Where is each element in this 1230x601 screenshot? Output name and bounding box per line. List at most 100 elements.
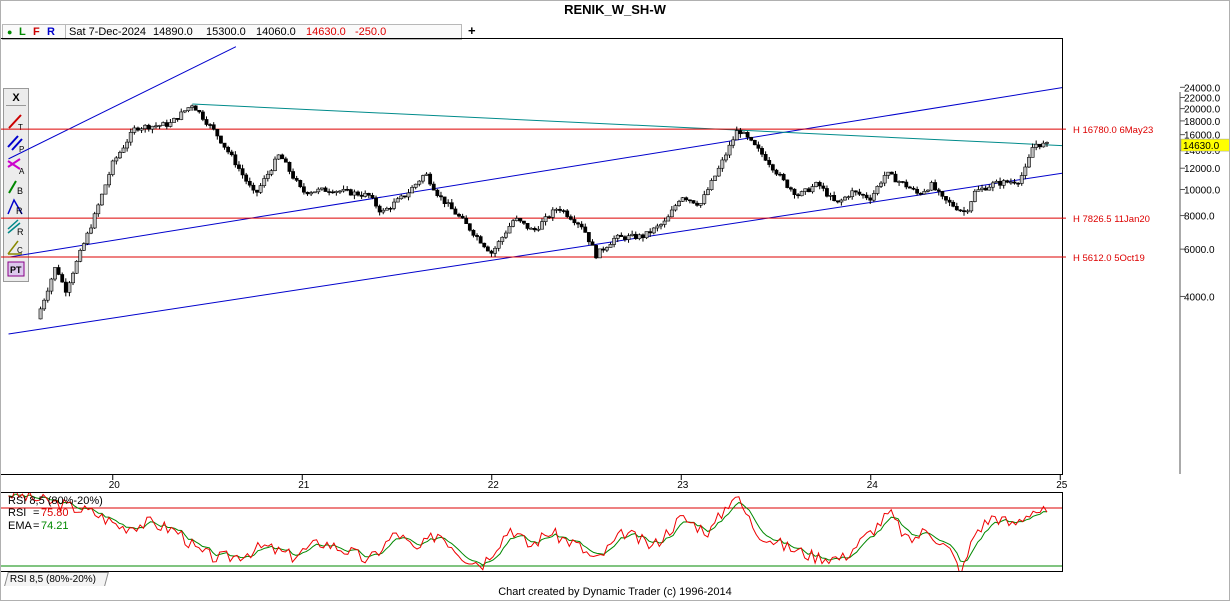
candle bbox=[810, 186, 815, 193]
candle bbox=[850, 190, 855, 197]
svg-text:=: = bbox=[33, 507, 39, 519]
candle bbox=[962, 210, 966, 213]
candle bbox=[467, 223, 472, 231]
candle bbox=[565, 210, 570, 217]
candle bbox=[320, 187, 324, 190]
rsi-title: RSI 8,5 (80%-20%) bbox=[8, 495, 103, 507]
candle bbox=[200, 111, 205, 120]
candle bbox=[413, 183, 418, 188]
level-label: H 7826.5 11Jan20 bbox=[1073, 214, 1150, 225]
candle bbox=[96, 204, 101, 215]
candle bbox=[377, 205, 382, 213]
candle bbox=[983, 187, 988, 191]
channel-line bbox=[8, 46, 237, 160]
candle bbox=[49, 278, 54, 292]
candle bbox=[330, 191, 335, 194]
candle bbox=[341, 189, 346, 192]
candle bbox=[889, 171, 894, 175]
candle bbox=[489, 250, 494, 254]
candle bbox=[1041, 142, 1046, 148]
price-chart[interactable]: 24000.022000.020000.018000.016000.014000… bbox=[0, 0, 1230, 601]
candle bbox=[749, 136, 754, 141]
candle bbox=[154, 125, 158, 128]
candle bbox=[788, 187, 793, 190]
candle bbox=[518, 218, 523, 222]
candle bbox=[222, 142, 227, 148]
candle bbox=[309, 192, 314, 195]
candle bbox=[871, 193, 876, 201]
candle bbox=[53, 267, 57, 280]
candle bbox=[150, 125, 155, 130]
candle bbox=[615, 234, 620, 239]
candle bbox=[853, 190, 858, 193]
trend-line bbox=[192, 103, 1062, 147]
x-tick-label: 25 bbox=[1056, 480, 1068, 491]
candle bbox=[392, 201, 396, 209]
candle bbox=[835, 200, 840, 203]
candle bbox=[449, 202, 454, 210]
candle bbox=[384, 207, 389, 211]
candle bbox=[702, 194, 707, 204]
candle bbox=[157, 125, 162, 127]
y-tick-label: 12000.0 bbox=[1184, 164, 1221, 175]
candle bbox=[446, 202, 451, 204]
candle bbox=[45, 290, 50, 301]
candle bbox=[828, 195, 833, 197]
candle bbox=[540, 221, 544, 230]
candle bbox=[219, 135, 223, 144]
candle bbox=[536, 228, 541, 231]
candle bbox=[78, 250, 83, 262]
candle bbox=[972, 190, 977, 202]
candle bbox=[500, 236, 505, 242]
candle bbox=[211, 124, 216, 130]
candle bbox=[752, 140, 757, 146]
candle bbox=[38, 308, 43, 320]
candle bbox=[911, 187, 916, 190]
y-tick-label: 6000.0 bbox=[1184, 245, 1215, 256]
candle bbox=[110, 160, 115, 175]
candle bbox=[994, 180, 999, 184]
candle bbox=[760, 148, 764, 155]
candle bbox=[958, 209, 963, 212]
candle bbox=[417, 180, 422, 185]
candle bbox=[172, 118, 176, 123]
candle bbox=[226, 146, 231, 153]
candle bbox=[103, 184, 108, 195]
candle bbox=[439, 195, 443, 198]
candle bbox=[778, 173, 782, 176]
candle bbox=[370, 195, 375, 199]
candle bbox=[633, 233, 638, 239]
candle bbox=[597, 248, 602, 259]
candle bbox=[698, 203, 703, 206]
candle bbox=[107, 174, 111, 186]
candle bbox=[114, 157, 119, 162]
candle bbox=[338, 190, 342, 193]
candle bbox=[990, 182, 995, 188]
candle bbox=[269, 170, 274, 175]
candle bbox=[182, 110, 187, 113]
candle bbox=[940, 191, 945, 197]
candle bbox=[316, 188, 321, 193]
indicator-tab[interactable]: RSI 8,5 (80%-20%) bbox=[4, 572, 109, 586]
candle bbox=[947, 199, 952, 203]
candle bbox=[803, 188, 808, 192]
candle bbox=[980, 187, 984, 190]
candle bbox=[1005, 180, 1010, 183]
candle bbox=[258, 185, 263, 193]
candle bbox=[471, 229, 476, 236]
candle bbox=[402, 195, 407, 198]
candle bbox=[998, 180, 1002, 186]
candle bbox=[132, 127, 137, 133]
x-tick-label: 24 bbox=[867, 480, 879, 491]
candle bbox=[626, 235, 631, 240]
candle bbox=[356, 191, 360, 196]
candle bbox=[287, 161, 292, 172]
candle bbox=[547, 216, 552, 218]
candle bbox=[669, 209, 674, 218]
candle bbox=[327, 191, 332, 193]
candle bbox=[817, 182, 822, 187]
candle bbox=[929, 182, 934, 191]
candle bbox=[543, 216, 548, 222]
candle bbox=[193, 105, 198, 111]
ema-value: 74.21 bbox=[41, 520, 69, 532]
